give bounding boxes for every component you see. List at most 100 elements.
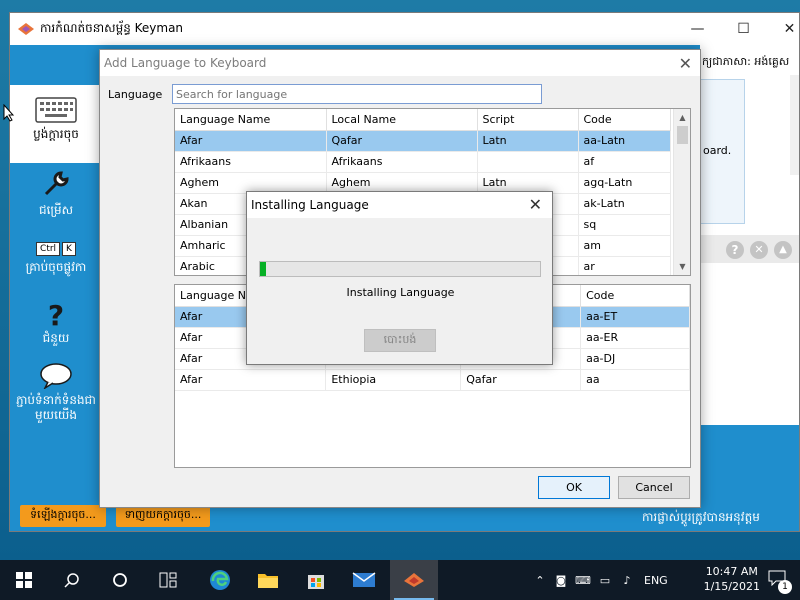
sidebar-item-contact[interactable]: ភ្ជាប់ទំនាក់ទំនងជាមួយយើង [10,363,102,433]
add-language-close-button[interactable]: ✕ [679,54,692,73]
table-cell: sq [578,214,671,236]
column-header-code[interactable]: Code [578,109,671,131]
installing-title: Installing Language [247,192,552,218]
keyboard-tray-icon[interactable]: ⌨ [572,574,594,587]
sidebar-item-label: ជម្រើស [38,203,74,217]
task-view-button[interactable] [144,560,192,600]
sidebar-item-options[interactable]: ជម្រើស [10,169,102,229]
sidebar-item-help[interactable]: ? ជំនួយ [10,301,102,353]
main-window-title: ការកំណត់ចនាសម្ព័ន្ធ Keyman [40,21,184,35]
sidebar-item-hotkeys[interactable]: Ctrl K គ្រាប់ចុចផ្លូវកា [10,240,102,290]
keyman-taskbar-button[interactable] [390,560,438,600]
download-keyboard-button[interactable]: ទាញយកក្តារចុច... [116,505,210,527]
column-header-code[interactable]: Code [580,285,690,307]
close-button[interactable]: ✕ [767,13,800,45]
windows-logo-icon [16,572,32,588]
network-icon[interactable]: ▭ [594,574,616,587]
table-cell: agq-Latn [578,172,671,194]
edge-taskbar-button[interactable] [196,560,244,600]
scrollbar[interactable] [790,75,799,175]
notification-count-badge: 1 [778,580,792,594]
scroll-track[interactable] [746,75,799,175]
scroll-down-arrow[interactable]: ▼ [674,258,690,275]
installing-message: Installing Language [346,286,455,299]
table-cell: aa-DJ [580,348,690,370]
keyboard-actions-bar: ? ✕ ▲ [700,235,799,263]
store-bag-icon [308,575,324,589]
language-label: Language [108,88,163,101]
install-keyboard-button[interactable]: ទំឡើងក្តារចុច... [20,505,106,527]
sidebar-item-label: ជំនួយ [42,331,70,345]
store-taskbar-button[interactable] [292,560,340,600]
table-row[interactable]: Afar Ethiopia Qafar aa [175,369,690,391]
progress-fill [260,262,266,276]
keyman-app-icon [18,23,34,35]
table-row[interactable]: Afrikaans Afrikaans af [175,151,671,173]
maximize-button[interactable]: ☐ [721,13,766,45]
start-button[interactable] [0,560,48,600]
table-cell: Aghem [175,172,327,194]
table-cell: Latn [477,172,579,194]
collapse-icon[interactable]: ▲ [774,241,792,259]
scroll-thumb[interactable] [677,126,688,144]
table-cell: ar [578,256,671,275]
details-text: oard. [703,144,732,157]
k-key: K [62,242,76,256]
minimize-button[interactable]: — [675,13,720,45]
clock-date: 1/15/2021 [703,580,760,593]
ctrl-key: Ctrl [36,242,61,256]
table-cell: Qafar [460,369,582,391]
table-cell: Latn [477,130,579,152]
table-cell: Afar [175,130,327,152]
table-header: Language Name Local Name Script Code [175,109,671,131]
input-language-indicator[interactable]: ENG [644,574,668,587]
sidebar-item-label: ភ្ជាប់ទំនាក់ទំនងជាមួយយើង [16,393,96,422]
table-row[interactable]: Afar Qafar Latn aa-Latn [175,130,671,152]
search-button[interactable] [48,560,96,600]
language-list-scrollbar[interactable]: ▲ ▼ [673,109,690,275]
keyboard-details-panel: oard. [700,79,745,224]
show-hidden-icons-icon[interactable]: ⌃ [530,574,550,587]
table-cell: Qafar [326,130,478,152]
column-header-script[interactable]: Script [477,109,579,131]
volume-icon[interactable]: ♪ [616,574,638,587]
file-explorer-taskbar-button[interactable] [244,560,292,600]
right-header-text: ក្យជាភាសា: អង់គ្លេស [702,55,790,68]
chat-bubble-icon [40,363,72,389]
taskbar-clock[interactable]: 10:47 AM 1/15/2021 [704,564,760,594]
remove-icon[interactable]: ✕ [750,241,768,259]
mouse-cursor-icon [3,104,15,122]
mail-taskbar-button[interactable] [340,560,388,600]
search-icon [64,573,79,588]
table-cell: aa-ET [580,306,690,328]
webcam-icon[interactable]: ◙ [550,574,572,587]
column-header-language-name[interactable]: Language Name [175,109,327,131]
clock-time: 10:47 AM [705,565,758,578]
cortana-button[interactable] [96,560,144,600]
language-search-input[interactable] [172,84,542,104]
help-icon[interactable]: ? [726,241,744,259]
cancel-button[interactable]: Cancel [618,476,690,499]
column-header-local-name[interactable]: Local Name [326,109,478,131]
table-cell: Afrikaans [326,151,478,173]
sidebar-item-keyboard-layouts[interactable]: ប្លង់ក្តារចុច [10,85,102,163]
mail-icon [352,572,376,587]
keyboard-icon [35,97,77,123]
table-cell: Aghem [326,172,478,194]
scroll-up-arrow[interactable]: ▲ [674,109,690,126]
right-content-area: ក្យជាភាសា: អង់គ្លេស oard. ? ✕ ▲ [700,45,799,425]
wrench-icon [44,171,69,196]
ok-button[interactable]: OK [538,476,610,499]
help-icon: ? [47,299,65,332]
installing-close-button[interactable]: ✕ [529,195,542,214]
sidebar-item-label: ប្លង់ក្តារចុច [33,127,79,141]
table-cell: am [578,235,671,257]
table-cell: aa-ER [580,327,690,349]
table-row[interactable]: Aghem Aghem Latn agq-Latn [175,172,671,194]
add-language-title: Add Language to Keyboard [100,50,700,76]
table-cell [477,151,579,173]
installing-cancel-button[interactable]: បោះបង់ [364,329,436,352]
install-progress-bar [259,261,541,277]
action-center-button[interactable]: 1 [768,570,792,594]
edge-browser-icon [210,570,230,590]
